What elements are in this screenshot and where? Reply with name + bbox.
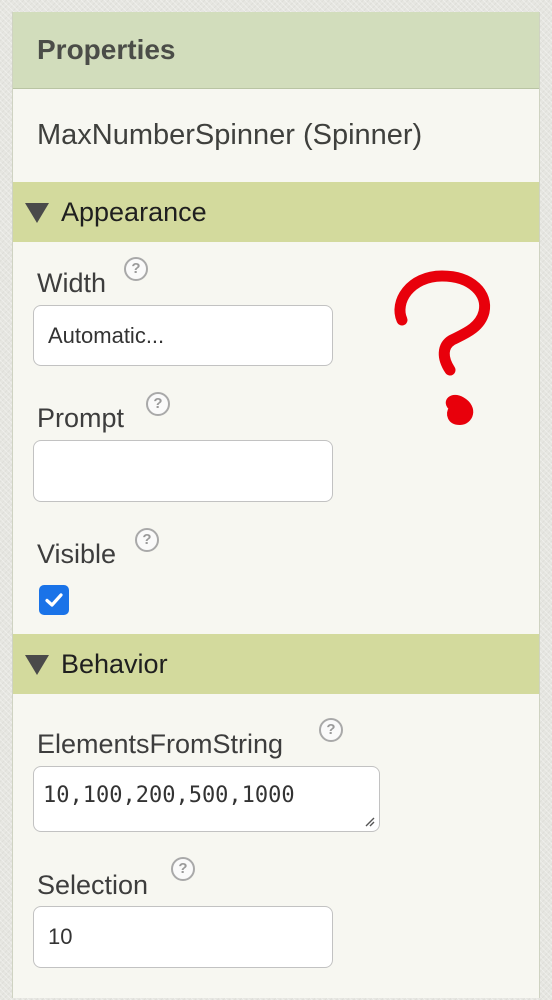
selection-label: Selection bbox=[37, 870, 149, 900]
panel-title: Properties bbox=[37, 34, 176, 65]
width-label: Width bbox=[37, 268, 107, 298]
component-name: MaxNumberSpinner (Spinner) bbox=[37, 119, 423, 151]
visible-checkbox[interactable] bbox=[39, 585, 69, 615]
section-header-appearance[interactable]: Appearance bbox=[13, 182, 539, 242]
help-icon[interactable]: ? bbox=[146, 392, 170, 416]
section-title-behavior: Behavior bbox=[61, 648, 168, 679]
section-header-behavior[interactable]: Behavior bbox=[13, 634, 539, 694]
elements-from-string-textarea[interactable]: 10,100,200,500,1000 bbox=[33, 766, 380, 832]
width-input[interactable]: Automatic... bbox=[33, 305, 333, 366]
question-mark-annotation-icon bbox=[394, 270, 491, 425]
selection-value: 10 bbox=[48, 924, 73, 949]
width-value: Automatic... bbox=[48, 322, 165, 348]
visible-label: Visible bbox=[37, 539, 117, 569]
section-title-appearance: Appearance bbox=[61, 196, 207, 227]
resize-grip-icon[interactable] bbox=[363, 815, 375, 827]
properties-panel: Properties MaxNumberSpinner (Spinner) Ap… bbox=[12, 12, 540, 998]
prompt-input[interactable] bbox=[33, 440, 333, 502]
properties-header: Properties bbox=[13, 12, 539, 89]
triangle-down-icon bbox=[25, 203, 49, 223]
help-icon[interactable]: ? bbox=[135, 528, 159, 552]
help-icon[interactable]: ? bbox=[171, 857, 195, 881]
checkmark-icon bbox=[45, 593, 63, 607]
triangle-down-icon bbox=[25, 655, 49, 675]
prompt-label: Prompt bbox=[37, 403, 125, 433]
selection-input[interactable]: 10 bbox=[33, 906, 333, 968]
elements-from-string-label: ElementsFromString bbox=[37, 729, 284, 759]
elements-from-string-value: 10,100,200,500,1000 bbox=[43, 783, 295, 808]
help-icon[interactable]: ? bbox=[124, 257, 148, 281]
help-icon[interactable]: ? bbox=[319, 718, 343, 742]
